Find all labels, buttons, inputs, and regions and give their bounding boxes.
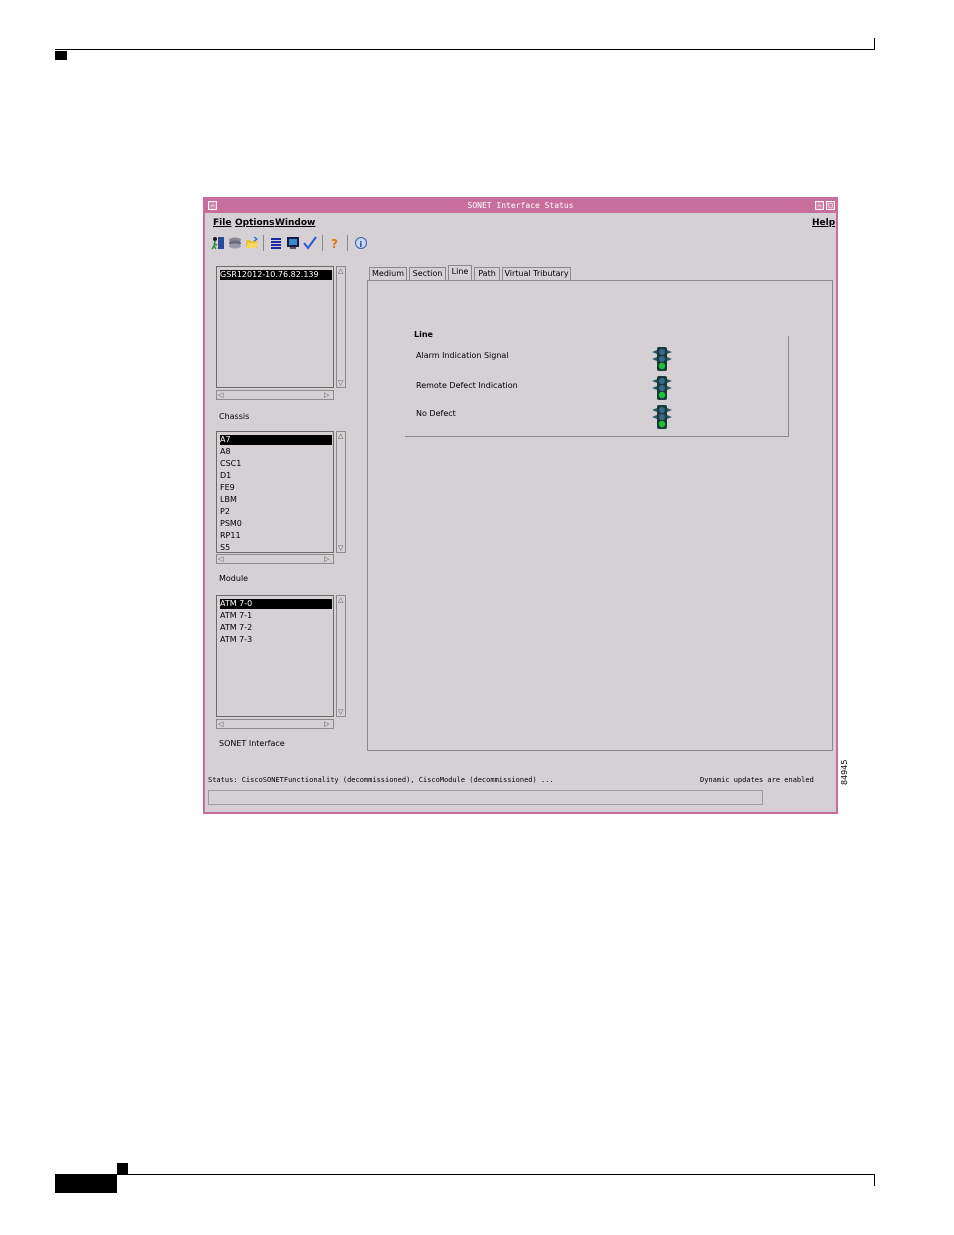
traffic-light-icon — [652, 347, 672, 371]
footer-rule — [55, 1174, 875, 1175]
toolbar-separator — [347, 235, 348, 251]
sonet-interface-list[interactable]: ATM 7-0 ATM 7-1 ATM 7-2 ATM 7-3 — [216, 595, 334, 717]
scroll-left-icon[interactable]: ◁ — [218, 555, 223, 563]
list-item[interactable]: LBM — [220, 495, 332, 505]
minimize-button[interactable]: – — [815, 201, 824, 210]
header-rule — [55, 49, 875, 50]
footer-rule-tick — [874, 1174, 875, 1186]
traffic-light-icon — [652, 405, 672, 429]
list-item[interactable]: ATM 7-2 — [220, 623, 332, 633]
svg-text:?: ? — [331, 237, 338, 250]
list-item[interactable]: P2 — [220, 507, 332, 517]
footer-page-block — [55, 1175, 117, 1193]
chassis-vertical-scrollbar[interactable]: △ ▽ — [336, 266, 346, 388]
tab-virtual-tributary[interactable]: Virtual Tributary — [502, 267, 571, 280]
scroll-left-icon[interactable]: ◁ — [218, 720, 223, 728]
list-icon[interactable] — [268, 235, 284, 251]
exit-icon[interactable] — [210, 235, 226, 251]
help-icon[interactable]: ? — [327, 235, 343, 251]
scroll-down-icon[interactable]: ▽ — [338, 379, 343, 387]
module-label: Module — [219, 574, 249, 583]
dynamic-updates-status: Dynamic updates are enabled — [700, 776, 814, 784]
list-item[interactable]: CSC1 — [220, 459, 332, 469]
list-item[interactable]: ATM 7-3 — [220, 635, 332, 645]
maximize-button[interactable]: □ — [826, 201, 835, 210]
monitor-icon[interactable] — [285, 235, 301, 251]
header-rule-tick — [874, 38, 875, 50]
sonet-interface-vertical-scrollbar[interactable]: △ ▽ — [336, 595, 346, 717]
traffic-light-icon — [652, 376, 672, 400]
module-vertical-scrollbar[interactable]: △ ▽ — [336, 431, 346, 553]
scroll-left-icon[interactable]: ◁ — [218, 391, 223, 399]
window-menu-button[interactable]: – — [208, 201, 217, 210]
sonet-interface-label: SONET Interface — [219, 739, 285, 748]
scroll-up-icon[interactable]: △ — [338, 596, 343, 604]
list-item[interactable]: ATM 7-1 — [220, 611, 332, 621]
remote-defect-indication-label: Remote Defect Indication — [416, 381, 518, 390]
menu-options[interactable]: Options — [235, 218, 274, 228]
window-title: SONET Interface Status — [467, 201, 574, 210]
chassis-label: Chassis — [219, 412, 250, 421]
no-defect-label: No Defect — [416, 409, 456, 418]
chassis-list[interactable]: GSR12012-10.76.82.139 — [216, 266, 334, 388]
toolbar-separator — [263, 235, 264, 251]
toolbar-separator — [322, 235, 323, 251]
status-message: Status: CiscoSONETFunctionality (decommi… — [208, 776, 554, 784]
list-item[interactable]: FE9 — [220, 483, 332, 493]
menu-window[interactable]: Window — [275, 218, 315, 228]
menu-file[interactable]: File — [213, 218, 231, 228]
check-icon[interactable] — [302, 235, 318, 251]
scroll-down-icon[interactable]: ▽ — [338, 544, 343, 552]
status-bar — [208, 790, 763, 805]
deploy-icon[interactable] — [227, 235, 243, 251]
list-item[interactable]: A8 — [220, 447, 332, 457]
list-item[interactable]: D1 — [220, 471, 332, 481]
open-folder-icon[interactable] — [244, 235, 260, 251]
list-item[interactable]: PSM0 — [220, 519, 332, 529]
module-list[interactable]: A7 A8 CSC1 D1 FE9 LBM P2 PSM0 RP11 S5 — [216, 431, 334, 553]
list-item[interactable]: RP11 — [220, 531, 332, 541]
list-item[interactable]: GSR12012-10.76.82.139 — [220, 270, 332, 280]
sonet-interface-horizontal-scrollbar[interactable]: ◁ ▷ — [216, 719, 334, 729]
module-horizontal-scrollbar[interactable]: ◁ ▷ — [216, 554, 334, 564]
scroll-right-icon[interactable]: ▷ — [324, 555, 329, 563]
scroll-up-icon[interactable]: △ — [338, 267, 343, 275]
list-item[interactable]: S5 — [220, 543, 332, 553]
tab-medium[interactable]: Medium — [369, 267, 407, 280]
sonet-interface-status-window: – SONET Interface Status – □ File Option… — [203, 197, 838, 814]
tab-path[interactable]: Path — [474, 267, 500, 280]
line-group: Line Alarm Indication Signal Remote Defe… — [405, 330, 789, 437]
menu-help[interactable]: Help — [812, 218, 835, 228]
scroll-right-icon[interactable]: ▷ — [324, 391, 329, 399]
list-item[interactable]: ATM 7-0 — [220, 599, 332, 609]
figure-number: 84945 — [840, 759, 849, 785]
header-corner-block — [55, 51, 67, 60]
menu-bar: File Options Window Help — [205, 215, 836, 231]
svg-text:i: i — [360, 240, 363, 249]
info-icon[interactable]: i — [353, 235, 369, 251]
alarm-indication-signal-label: Alarm Indication Signal — [416, 351, 509, 360]
scroll-right-icon[interactable]: ▷ — [324, 720, 329, 728]
scroll-down-icon[interactable]: ▽ — [338, 708, 343, 716]
scroll-up-icon[interactable]: △ — [338, 432, 343, 440]
line-tab-panel: Line Alarm Indication Signal Remote Defe… — [367, 280, 833, 751]
footer-small-block — [117, 1163, 128, 1174]
chassis-horizontal-scrollbar[interactable]: ◁ ▷ — [216, 390, 334, 400]
line-group-title: Line — [414, 330, 433, 339]
title-bar[interactable]: – SONET Interface Status – □ — [205, 199, 836, 213]
tab-section[interactable]: Section — [409, 267, 446, 280]
tab-line[interactable]: Line — [448, 265, 472, 281]
list-item[interactable]: A7 — [220, 435, 332, 445]
